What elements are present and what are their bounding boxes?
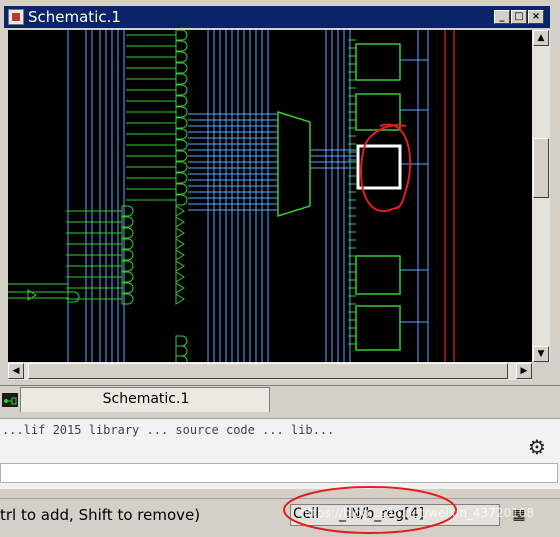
buffer-gate: [175, 260, 185, 272]
selected-cell[interactable]: [356, 144, 402, 190]
scroll-right-button[interactable]: ▶: [516, 363, 532, 379]
register-block[interactable]: [355, 305, 401, 351]
and-gate: [175, 95, 188, 107]
schematic-tab-icon: [2, 393, 18, 407]
and-gate: [175, 73, 188, 85]
register-block[interactable]: [355, 43, 401, 81]
buffer-gate: [175, 249, 185, 261]
command-input[interactable]: [0, 463, 558, 483]
and-gate: [175, 117, 188, 129]
buffer-gate: [175, 238, 185, 250]
and-gate: [175, 194, 188, 206]
buffer-gate: [175, 293, 185, 305]
status-hint: trl to add, Shift to remove): [0, 506, 201, 524]
schematic-window: Schematic.1 _ □ × ▲ ▼ ◀ ▶: [0, 0, 552, 385]
scroll-down-button[interactable]: ▼: [533, 346, 549, 362]
window-title: Schematic.1: [28, 8, 121, 26]
schematic-drawing: [8, 30, 455, 362]
and-gate: [175, 172, 188, 184]
tab-label: Schematic.1: [102, 391, 190, 407]
buffer-gate: [175, 216, 185, 228]
annotation-circle: [360, 123, 412, 213]
wire-bus-horizontal: [188, 59, 428, 323]
vertical-scroll-thumb[interactable]: [533, 138, 549, 198]
horizontal-scroll-thumb[interactable]: [28, 363, 508, 379]
and-gate: [175, 345, 188, 357]
and-gate: [175, 150, 188, 162]
and-gate: [175, 139, 188, 151]
and-gate: [175, 335, 188, 347]
title-bar[interactable]: Schematic.1 _ □ ×: [4, 6, 550, 28]
vertical-scrollbar[interactable]: ▲ ▼: [532, 30, 550, 362]
schematic-icon: [8, 9, 24, 25]
watermark: https://blog.csdn.net/weixin_43720108: [300, 506, 535, 520]
and-gate: [175, 183, 188, 195]
tab-strip: Schematic.1: [0, 385, 560, 414]
console-output: ...lif 2015 library ... source code ... …: [2, 423, 335, 437]
scroll-up-button[interactable]: ▲: [533, 30, 549, 46]
and-gate: [175, 161, 188, 173]
tab-schematic[interactable]: Schematic.1: [20, 387, 270, 412]
minimize-button[interactable]: _: [494, 10, 510, 24]
buffer-gate: [175, 205, 185, 217]
tcl-console: ...lif 2015 library ... source code ... …: [0, 418, 560, 489]
schematic-canvas[interactable]: [8, 30, 532, 362]
and-gate: [175, 128, 188, 140]
and-gate: [175, 51, 188, 63]
and-gate: [175, 84, 188, 96]
and-gate: [175, 106, 188, 118]
buffer-gate: [175, 227, 185, 239]
gear-icon[interactable]: ⚙: [528, 435, 546, 459]
and-gate: [175, 40, 188, 52]
and-gate: [67, 291, 80, 303]
logic-gates: [8, 30, 356, 362]
buffer-gate: [175, 271, 185, 283]
maximize-button[interactable]: □: [511, 10, 527, 24]
buffer-gate: [175, 282, 185, 294]
register-block[interactable]: [355, 255, 401, 295]
horizontal-scrollbar[interactable]: ◀ ▶: [8, 362, 532, 380]
and-gate: [175, 30, 188, 41]
scroll-left-button[interactable]: ◀: [8, 363, 24, 379]
mux-block[interactable]: [277, 110, 311, 218]
close-button[interactable]: ×: [528, 10, 544, 24]
and-gate: [175, 62, 188, 74]
